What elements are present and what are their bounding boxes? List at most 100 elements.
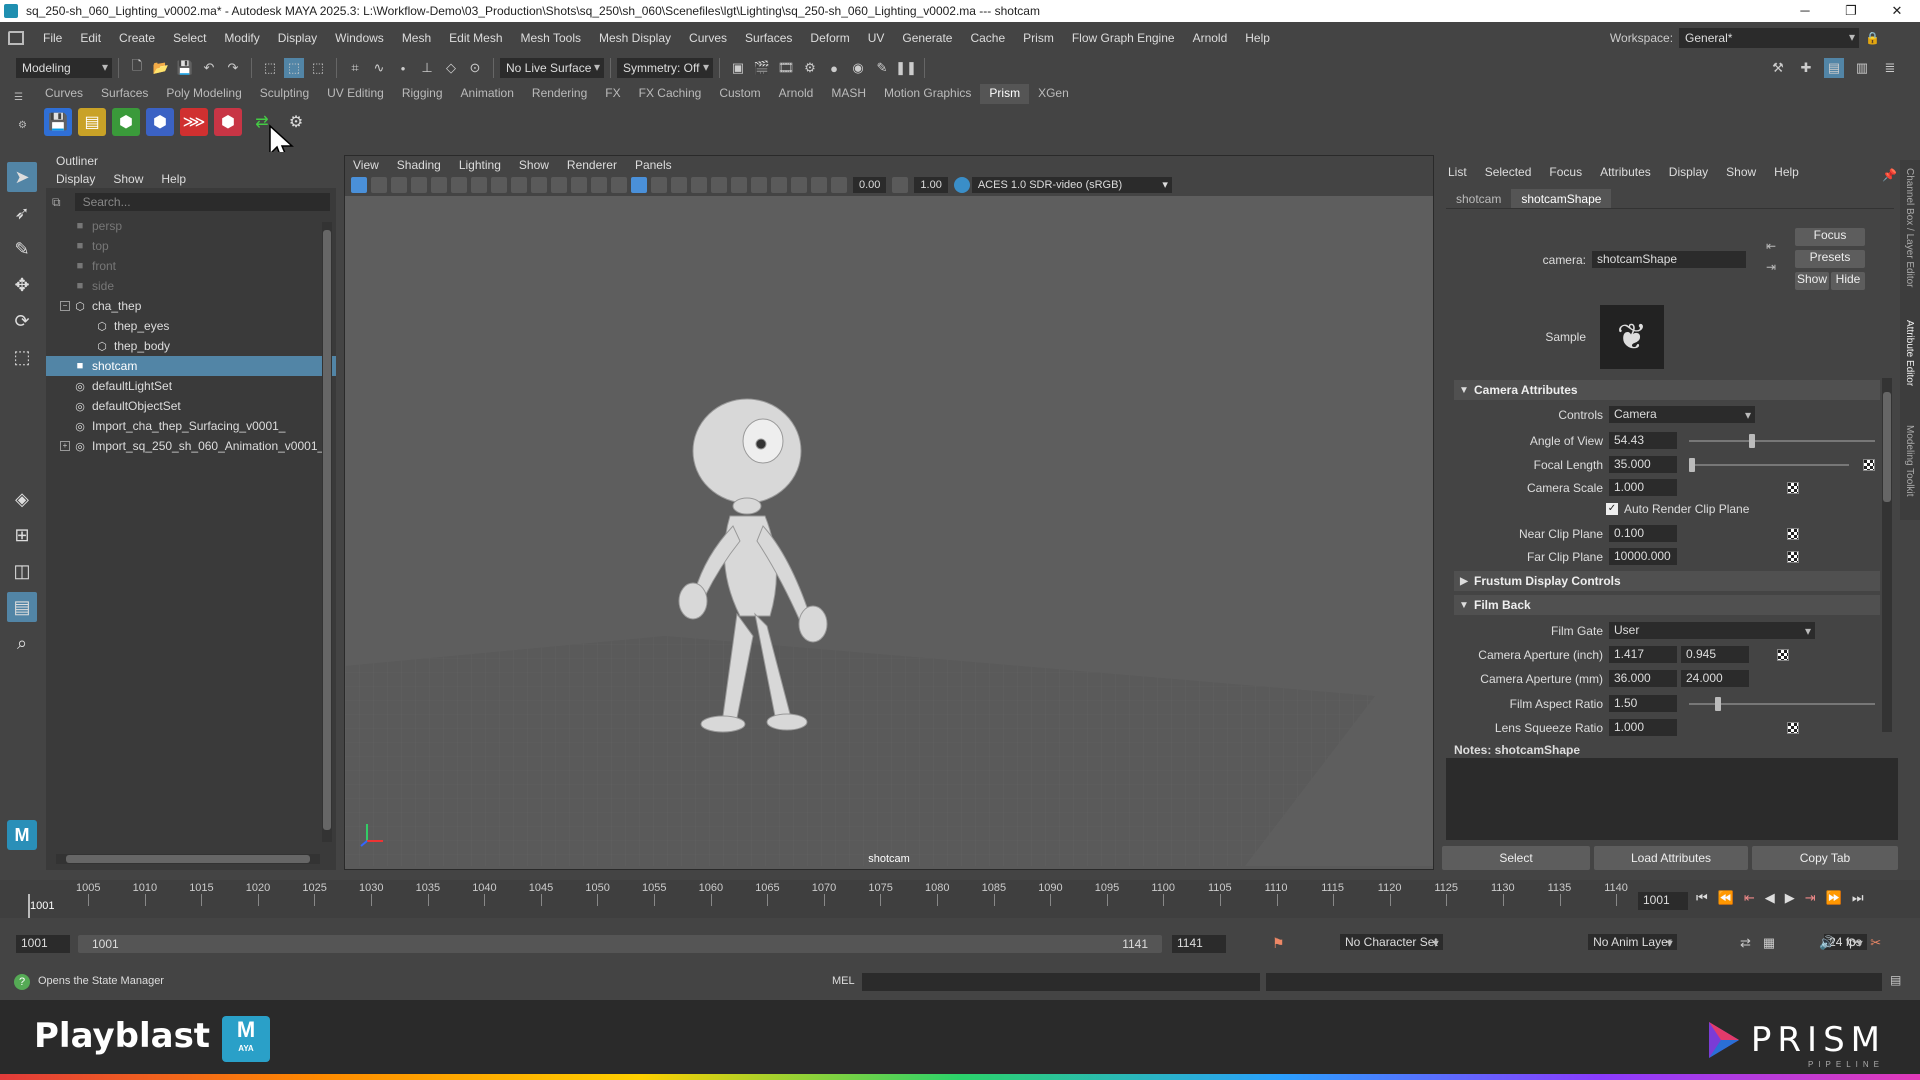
outliner-hscrollbar[interactable]: [56, 854, 320, 864]
menu-mesh-tools[interactable]: Mesh Tools: [512, 31, 590, 45]
ae-menu-show[interactable]: Show: [1726, 165, 1756, 179]
menu-cache[interactable]: Cache: [961, 31, 1014, 45]
single-perspective-layout-icon[interactable]: ◈: [7, 484, 37, 514]
undo-icon[interactable]: ↶: [199, 58, 219, 78]
menu-edit[interactable]: Edit: [71, 31, 110, 45]
select-camera-icon[interactable]: [351, 177, 367, 193]
anim-prefs-icon[interactable]: ✂: [1870, 935, 1881, 951]
prism-export-icon[interactable]: ⬢: [112, 108, 140, 136]
symmetry-dropdown[interactable]: Symmetry: Off: [617, 58, 713, 78]
gamma-icon[interactable]: [892, 177, 909, 193]
presets-button[interactable]: Presets: [1795, 250, 1865, 268]
angle-of-view-field[interactable]: 54.43: [1609, 432, 1677, 449]
outliner-item[interactable]: ⬡ thep_body: [46, 336, 336, 356]
menu-modify[interactable]: Modify: [215, 31, 268, 45]
prism-playblast-icon[interactable]: ⬢: [214, 108, 242, 136]
select-tool-icon[interactable]: ➤: [7, 162, 37, 192]
step-forward-frame-icon[interactable]: ⇥: [1805, 890, 1816, 906]
pause-icon[interactable]: ❚❚: [895, 58, 917, 78]
shelf-tab-mash[interactable]: MASH: [822, 84, 875, 104]
film-gate-icon[interactable]: [451, 177, 467, 193]
isolate-select-icon[interactable]: [811, 177, 827, 193]
near-clip-field[interactable]: 0.100: [1609, 525, 1677, 542]
menu-curves[interactable]: Curves: [680, 31, 736, 45]
arnold-render-icon[interactable]: ◉: [848, 58, 868, 78]
ae-menu-help[interactable]: Help: [1774, 165, 1799, 179]
outliner-item[interactable]: ■ top: [46, 236, 336, 256]
outliner-item[interactable]: ◎ defaultObjectSet: [46, 396, 336, 416]
select-object-icon[interactable]: ⬚: [284, 58, 304, 78]
shelf-tab-sculpting[interactable]: Sculpting: [251, 84, 318, 104]
script-language-toggle[interactable]: MEL: [832, 975, 855, 987]
ae-menu-attributes[interactable]: Attributes: [1600, 165, 1651, 179]
vp-menu-lighting[interactable]: Lighting: [459, 158, 501, 172]
ae-menu-list[interactable]: List: [1448, 165, 1467, 179]
go-to-output-icon[interactable]: ⇥: [1766, 260, 1776, 274]
close-button[interactable]: ✕: [1874, 0, 1920, 22]
camera-attributes-header[interactable]: ▼ Camera Attributes: [1454, 380, 1880, 400]
range-slider[interactable]: 1001 1141: [78, 935, 1162, 953]
notes-textarea[interactable]: [1446, 758, 1898, 840]
attribute-editor-toggle-icon[interactable]: ▤: [1824, 58, 1844, 78]
map-button-icon[interactable]: [1787, 550, 1799, 563]
default-material-icon[interactable]: [631, 177, 647, 193]
paint-select-tool-icon[interactable]: ✎: [7, 234, 37, 264]
camera-name-field[interactable]: shotcamShape: [1592, 251, 1746, 268]
vp-menu-shading[interactable]: Shading: [397, 158, 441, 172]
channel-box-toggle-icon[interactable]: ▥: [1852, 58, 1872, 78]
modeling-toolkit-icon[interactable]: ✚: [1796, 58, 1816, 78]
film-aspect-ratio-field[interactable]: 1.50: [1609, 695, 1677, 712]
prism-project-browser-icon[interactable]: ▤: [78, 108, 106, 136]
menu-select[interactable]: Select: [164, 31, 215, 45]
prism-save-icon[interactable]: 💾: [44, 108, 72, 136]
safe-title-icon[interactable]: [551, 177, 567, 193]
show-button[interactable]: Show: [1795, 272, 1829, 290]
focal-length-field[interactable]: 35.000: [1609, 456, 1677, 473]
shelf-settings-icon[interactable]: ⚙: [18, 120, 27, 131]
scene-end-field[interactable]: 1141: [1172, 935, 1226, 953]
minimize-button[interactable]: ─: [1782, 0, 1828, 22]
ae-menu-selected[interactable]: Selected: [1485, 165, 1532, 179]
filter-icon[interactable]: ⧉: [52, 195, 61, 210]
ae-menu-focus[interactable]: Focus: [1549, 165, 1582, 179]
collapse-icon[interactable]: −: [60, 301, 70, 311]
field-chart-icon[interactable]: [511, 177, 527, 193]
modeling-toolkit-tab[interactable]: Modeling Toolkit: [1904, 425, 1915, 497]
step-back-frame-icon[interactable]: ⇤: [1744, 890, 1755, 906]
sculpt-tools-icon[interactable]: ⚒: [1768, 58, 1788, 78]
wireframe-icon[interactable]: [591, 177, 607, 193]
use-all-lights-icon[interactable]: [691, 177, 707, 193]
shelf-tab-arnold[interactable]: Arnold: [770, 84, 823, 104]
menu-uv[interactable]: UV: [859, 31, 894, 45]
save-scene-icon[interactable]: 💾: [175, 58, 195, 78]
bookmarks-icon[interactable]: [391, 177, 407, 193]
far-clip-field[interactable]: 10000.000: [1609, 548, 1677, 565]
aperture-inch-y-field[interactable]: 0.945: [1681, 646, 1749, 663]
maya-logo-icon[interactable]: M: [7, 820, 37, 850]
outliner-menu-show[interactable]: Show: [113, 172, 143, 186]
ae-scrollbar[interactable]: [1882, 378, 1892, 732]
vp-menu-show[interactable]: Show: [519, 158, 549, 172]
playhead[interactable]: [28, 894, 30, 918]
shadows-icon[interactable]: [711, 177, 727, 193]
anim-layer-dropdown[interactable]: No Anim Layer: [1588, 934, 1677, 950]
hide-button[interactable]: Hide: [1831, 272, 1865, 290]
safe-action-icon[interactable]: [531, 177, 547, 193]
load-attributes-button[interactable]: Load Attributes: [1594, 846, 1748, 870]
tool-settings-icon[interactable]: ≣: [1880, 58, 1900, 78]
menu-edit-mesh[interactable]: Edit Mesh: [440, 31, 511, 45]
film-aspect-ratio-slider[interactable]: [1689, 696, 1875, 711]
shelf-tab-rendering[interactable]: Rendering: [523, 84, 596, 104]
grid-icon[interactable]: [571, 177, 587, 193]
shelf-tab-surfaces[interactable]: Surfaces: [92, 84, 157, 104]
channel-box-tab[interactable]: Channel Box / Layer Editor: [1904, 168, 1915, 288]
ipr-render-icon[interactable]: 🎞: [776, 58, 796, 78]
new-scene-icon[interactable]: 🗋: [127, 58, 147, 78]
snap-view-icon[interactable]: ⊥: [417, 58, 437, 78]
maximize-button[interactable]: ❐: [1828, 0, 1874, 22]
select-hierarchy-icon[interactable]: ⬚: [260, 58, 280, 78]
image-plane-icon[interactable]: [411, 177, 427, 193]
shelf-tab-animation[interactable]: Animation: [452, 84, 523, 104]
lock-camera-icon[interactable]: [431, 177, 447, 193]
outliner-item[interactable]: ■ front: [46, 256, 336, 276]
